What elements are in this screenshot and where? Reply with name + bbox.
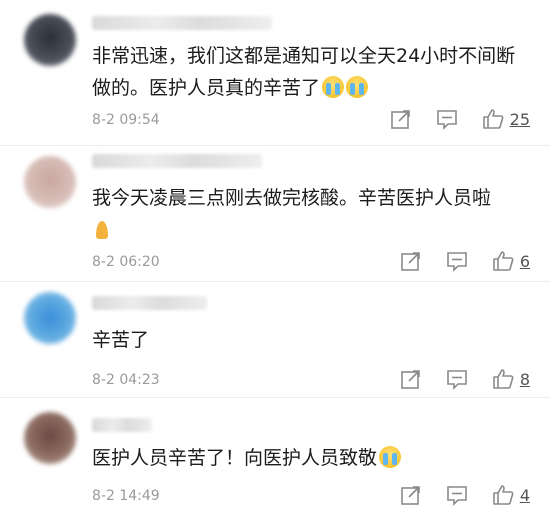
thumbs-up-icon xyxy=(482,109,504,129)
comment-actions: 4 xyxy=(376,484,530,506)
comment-body: 辛苦了 xyxy=(92,329,150,351)
like-count: 6 xyxy=(519,251,530,271)
comment-text: 我今天凌晨三点刚去做完核酸。辛苦医护人员啦 xyxy=(92,182,528,246)
avatar[interactable] xyxy=(24,412,76,464)
thumbs-up-icon xyxy=(493,369,514,389)
share-icon xyxy=(401,486,420,505)
like-button[interactable]: 6 xyxy=(492,250,530,272)
comment-item: 辛苦了 8-2 04:23 8 xyxy=(0,282,550,398)
comment-body: 我今天凌晨三点刚去做完核酸。辛苦医护人员啦 xyxy=(92,187,492,209)
share-button[interactable] xyxy=(400,368,422,390)
comment-text: 非常迅速，我们这都是通知可以全天24小时不间断做的。医护人员真的辛苦了 xyxy=(92,40,528,104)
cry-icon xyxy=(346,76,369,98)
comment-actions: 8 xyxy=(376,368,530,390)
thumbs-up-icon xyxy=(493,485,514,505)
share-icon xyxy=(401,370,420,389)
avatar[interactable] xyxy=(24,14,76,66)
comment-actions: 6 xyxy=(376,250,530,272)
username[interactable] xyxy=(92,296,207,310)
pray-icon xyxy=(92,219,112,239)
like-count: 8 xyxy=(519,369,530,389)
username[interactable] xyxy=(92,154,262,168)
comment-time: 8-2 09:54 xyxy=(92,112,160,128)
like-button[interactable]: 25 xyxy=(482,108,530,130)
comment-text: 辛苦了 xyxy=(92,324,528,356)
comment-time: 8-2 04:23 xyxy=(92,372,160,388)
reply-button[interactable] xyxy=(436,108,458,130)
share-button[interactable] xyxy=(390,108,412,130)
thumbs-up-icon xyxy=(493,251,514,271)
comment-icon xyxy=(447,486,467,506)
like-count: 4 xyxy=(519,485,530,505)
comment-body: 医护人员辛苦了！向医护人员致敬 xyxy=(92,447,378,469)
username[interactable] xyxy=(92,16,272,30)
comment-time: 8-2 06:20 xyxy=(92,254,160,270)
share-icon xyxy=(401,252,420,271)
comment-text: 医护人员辛苦了！向医护人员致敬 xyxy=(92,442,528,474)
cry-icon xyxy=(379,446,402,468)
share-icon xyxy=(390,110,410,129)
like-button[interactable]: 8 xyxy=(492,368,530,390)
comment-item: 医护人员辛苦了！向医护人员致敬 8-2 14:49 4 xyxy=(0,398,550,523)
comment-actions: 25 xyxy=(366,108,530,130)
comment-body: 非常迅速，我们这都是通知可以全天24小时不间断做的。医护人员真的辛苦了 xyxy=(92,45,516,99)
reply-button[interactable] xyxy=(446,250,468,272)
like-count: 25 xyxy=(509,109,530,129)
avatar[interactable] xyxy=(24,292,76,344)
comment-icon xyxy=(447,370,467,390)
cry-icon xyxy=(322,76,345,98)
reply-button[interactable] xyxy=(446,484,468,506)
avatar[interactable] xyxy=(24,156,76,208)
comment-icon xyxy=(447,252,467,272)
comment-item: 我今天凌晨三点刚去做完核酸。辛苦医护人员啦 8-2 06:20 6 xyxy=(0,146,550,282)
comment-time: 8-2 14:49 xyxy=(92,488,160,504)
comment-icon xyxy=(436,110,457,130)
username[interactable] xyxy=(92,418,152,432)
like-button[interactable]: 4 xyxy=(492,484,530,506)
comment-item: 非常迅速，我们这都是通知可以全天24小时不间断做的。医护人员真的辛苦了 8-2 … xyxy=(0,0,550,146)
reply-button[interactable] xyxy=(446,368,468,390)
share-button[interactable] xyxy=(400,484,422,506)
share-button[interactable] xyxy=(400,250,422,272)
